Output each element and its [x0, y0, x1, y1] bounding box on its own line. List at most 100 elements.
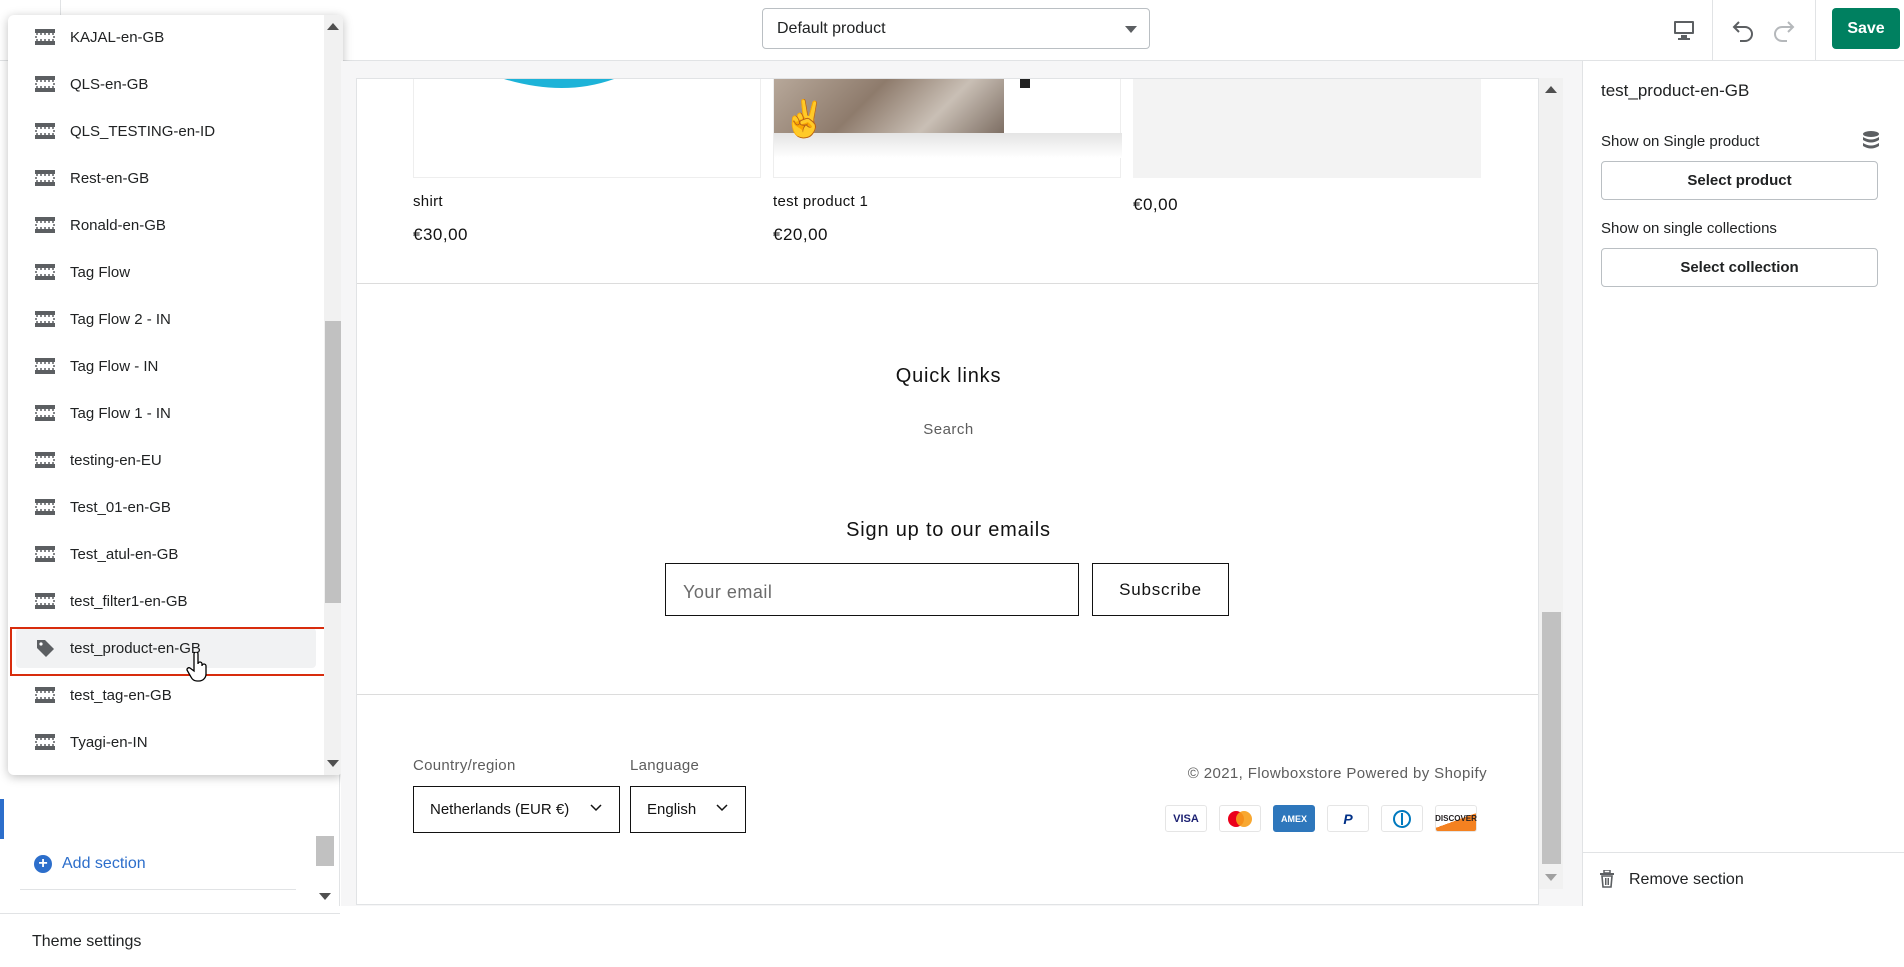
- single-product-label: Show on Single product: [1601, 133, 1760, 150]
- section-layout-icon: [34, 686, 56, 704]
- active-indicator: [0, 799, 4, 839]
- scroll-down-arrow-icon[interactable]: [319, 893, 331, 900]
- section-option-label: testing-en-EU: [70, 451, 162, 469]
- newsletter-heading: Sign up to our emails: [846, 519, 1051, 541]
- product-image[interactable]: [413, 79, 761, 178]
- product-image-placeholder[interactable]: [1133, 79, 1481, 178]
- hand-cursor-icon: [186, 652, 207, 682]
- section-option[interactable]: Tag Flow - IN: [16, 346, 316, 386]
- select-product-button[interactable]: Select product: [1601, 161, 1878, 200]
- template-select[interactable]: Default product: [762, 8, 1150, 49]
- topbar-divider: [1712, 0, 1713, 60]
- highlight-box: [10, 627, 339, 676]
- divider: [357, 283, 1538, 284]
- product-price: €20,00: [773, 225, 828, 244]
- email-placeholder: Your email: [683, 582, 773, 602]
- section-option[interactable]: KAJAL-en-GB: [16, 17, 316, 57]
- section-option-label: KAJAL-en-GB: [70, 28, 165, 46]
- section-picker-dropdown: KAJAL-en-GB QLS-en-GB QLS_TESTING-en-ID …: [8, 15, 343, 775]
- section-layout-icon: [34, 545, 56, 563]
- section-option[interactable]: Test_01-en-GB: [16, 487, 316, 527]
- subscribe-button[interactable]: Subscribe: [1092, 563, 1229, 616]
- section-option-label: Tag Flow: [70, 263, 131, 281]
- section-option-label: Rest-en-GB: [70, 169, 150, 187]
- section-option[interactable]: test_filter1-en-GB: [16, 581, 316, 621]
- section-layout-icon: [34, 310, 56, 328]
- section-layout-icon: [34, 498, 56, 516]
- template-select-value: Default product: [777, 20, 886, 37]
- product-name[interactable]: shirt: [413, 193, 443, 210]
- section-option-label: QLS_TESTING-en-ID: [70, 122, 216, 140]
- quick-links-heading: Quick links: [895, 365, 1002, 387]
- section-option-label: test_filter1-en-GB: [70, 592, 188, 610]
- theme-settings-button[interactable]: Theme settings: [0, 913, 340, 967]
- undo-icon[interactable]: [1730, 17, 1756, 43]
- database-icon[interactable]: [1862, 130, 1880, 150]
- scroll-up-arrow-icon[interactable]: [327, 23, 339, 30]
- country-select[interactable]: Netherlands (EUR €): [413, 786, 620, 833]
- section-option-label: Ronald-en-GB: [70, 216, 166, 234]
- section-option[interactable]: testing-en-EU: [16, 440, 316, 480]
- section-option[interactable]: Tag Flow: [16, 252, 316, 292]
- desktop-icon[interactable]: [1671, 17, 1697, 43]
- scroll-down-arrow-icon[interactable]: [1545, 874, 1557, 881]
- visa-icon: VISA: [1165, 805, 1207, 832]
- section-option[interactable]: Rest-en-GB: [16, 158, 316, 198]
- discover-icon: DISCOVER: [1435, 805, 1477, 832]
- section-option-label: Tag Flow 1 - IN: [70, 404, 171, 422]
- save-button[interactable]: Save: [1832, 8, 1900, 49]
- single-collections-label: Show on single collections: [1601, 220, 1777, 237]
- section-layout-icon: [34, 592, 56, 610]
- section-option-label: Test_01-en-GB: [70, 498, 171, 516]
- storefront-preview: ✌ shirt €30,00 test product 1 €20,00 €0,…: [356, 78, 1539, 905]
- section-layout-icon: [34, 451, 56, 469]
- section-option[interactable]: test_tag-en-GB: [16, 675, 316, 715]
- section-layout-icon: [34, 28, 56, 46]
- chevron-down-icon: [716, 804, 728, 812]
- topbar-divider: [1815, 0, 1816, 60]
- section-option-label: test_tag-en-GB: [70, 686, 172, 704]
- select-collection-button[interactable]: Select collection: [1601, 248, 1878, 287]
- section-option-label: Tyagi-en-IN: [70, 733, 148, 751]
- remove-section-button[interactable]: Remove section: [1583, 852, 1904, 906]
- scroll-up-arrow-icon[interactable]: [1545, 86, 1557, 93]
- product-price: €0,00: [1133, 195, 1179, 214]
- scrollbar-thumb[interactable]: [1542, 612, 1561, 864]
- divider: [357, 694, 1538, 695]
- section-option[interactable]: Tag Flow 2 - IN: [16, 299, 316, 339]
- theme-settings-label: Theme settings: [32, 933, 142, 950]
- scrollbar-thumb[interactable]: [325, 321, 342, 603]
- language-value: English: [647, 801, 697, 818]
- chevron-down-icon: [590, 804, 602, 812]
- caret-down-icon: [1125, 26, 1137, 33]
- add-section-button[interactable]: + Add section: [34, 852, 146, 876]
- scroll-down-arrow-icon[interactable]: [327, 760, 339, 767]
- product-name[interactable]: test product 1: [773, 193, 868, 210]
- trash-icon: [1600, 870, 1614, 888]
- section-option-label: Tag Flow 2 - IN: [70, 310, 171, 328]
- language-select[interactable]: English: [630, 786, 746, 833]
- section-layout-icon: [34, 216, 56, 234]
- section-layout-icon: [34, 733, 56, 751]
- section-option[interactable]: Tyagi-en-IN: [16, 722, 316, 762]
- redo-icon[interactable]: [1771, 17, 1797, 43]
- email-input[interactable]: Your email: [665, 563, 1079, 616]
- amex-icon: AMEX: [1273, 805, 1315, 832]
- section-layout-icon: [34, 404, 56, 422]
- section-option[interactable]: QLS-en-GB: [16, 64, 316, 104]
- section-layout-icon: [34, 357, 56, 375]
- section-option[interactable]: Test_atul-en-GB: [16, 534, 316, 574]
- sidebar-scrollbar[interactable]: [316, 836, 334, 866]
- add-section-label: Add section: [62, 855, 146, 872]
- mastercard-icon: [1219, 805, 1261, 832]
- language-label: Language: [630, 757, 700, 774]
- product-image[interactable]: ✌: [773, 79, 1122, 178]
- section-option[interactable]: Ronald-en-GB: [16, 205, 316, 245]
- plus-circle-icon: +: [34, 855, 52, 873]
- section-option[interactable]: QLS_TESTING-en-ID: [16, 111, 316, 151]
- country-value: Netherlands (EUR €): [430, 801, 570, 818]
- payment-icons: VISA AMEX P DISCOVER: [1165, 805, 1477, 832]
- footer-link-search[interactable]: Search: [357, 421, 1538, 438]
- section-option[interactable]: Tag Flow 1 - IN: [16, 393, 316, 433]
- section-settings-panel: test_product-en-GB Show on Single produc…: [1582, 61, 1904, 906]
